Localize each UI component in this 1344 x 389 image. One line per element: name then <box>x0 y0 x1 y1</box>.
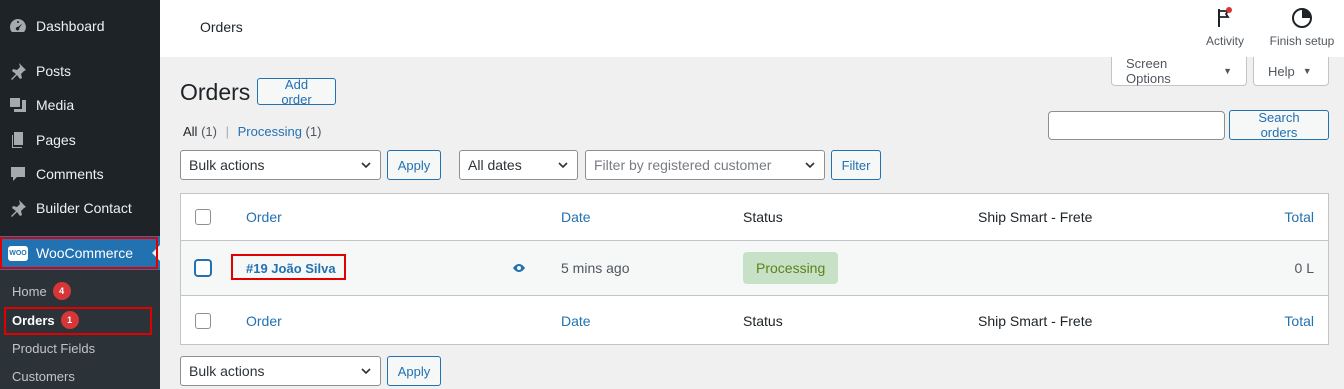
comment-icon <box>0 164 36 184</box>
view-separator: | <box>225 124 229 139</box>
view-processing-link[interactable]: Processing (1) <box>238 124 322 139</box>
chevron-down-icon <box>805 162 815 169</box>
column-header-status: Status <box>743 209 783 225</box>
bulk-actions-select-bottom[interactable]: Bulk actions <box>180 356 381 386</box>
sidebar-item-label: Dashboard <box>36 18 105 34</box>
status-badge: Processing <box>743 252 839 284</box>
add-order-button[interactable]: Add order <box>257 77 336 107</box>
submenu-label: Product Fields <box>12 340 96 356</box>
date-filter-select[interactable]: All dates <box>459 150 578 180</box>
sidebar-item-label: Media <box>36 97 75 113</box>
activity-button[interactable]: Activity <box>1200 6 1250 52</box>
woo-logo-icon: WOO <box>8 245 28 261</box>
status-filter-views: All (1) | Processing (1) <box>183 124 321 139</box>
orders-table: Order Date Status Ship Smart - Frete Tot… <box>180 193 1329 345</box>
notification-badge: 4 <box>52 282 71 300</box>
sidebar-item-media[interactable]: Media <box>0 88 160 122</box>
pin-icon <box>0 61 36 81</box>
select-all-checkbox[interactable] <box>195 209 211 225</box>
select-all-checkbox-footer[interactable] <box>195 313 211 329</box>
select-value: Bulk actions <box>189 157 265 173</box>
submenu-item-product-fields[interactable]: Product Fields <box>12 335 95 361</box>
page-title: Orders <box>180 79 251 105</box>
admin-sidebar: Dashboard Posts Media Pages Comments Bui… <box>0 0 160 389</box>
pages-icon <box>0 130 36 150</box>
order-date: 5 mins ago <box>561 260 630 276</box>
screen-options-label: Screen Options <box>1126 56 1171 86</box>
order-total: 0 L <box>1294 260 1314 276</box>
customer-filter-select[interactable]: Filter by registered customer <box>585 150 825 180</box>
activity-label: Activity <box>1205 34 1244 48</box>
column-header-date[interactable]: Date <box>561 194 591 240</box>
table-row[interactable]: #19 João Silva 5 mins ago Processing 0 L <box>181 241 1328 296</box>
column-header-total[interactable]: Total <box>1284 194 1314 240</box>
select-value: Bulk actions <box>189 363 265 379</box>
sidebar-item-pages[interactable]: Pages <box>0 123 160 157</box>
search-orders-button[interactable]: Search orders <box>1229 110 1329 140</box>
finish-setup-button[interactable]: Finish setup <box>1266 6 1338 52</box>
submenu-label: Home <box>12 283 47 299</box>
breadcrumb: Orders <box>200 19 243 35</box>
order-link[interactable]: #19 João Silva <box>246 261 336 276</box>
media-icon <box>0 95 36 115</box>
caret-down-icon: ▼ <box>1223 66 1232 76</box>
sidebar-item-label: Comments <box>36 166 104 182</box>
flag-icon <box>1218 7 1232 27</box>
select-placeholder: Filter by registered customer <box>594 157 772 173</box>
sidebar-item-dashboard[interactable]: Dashboard <box>0 9 160 43</box>
finish-setup-label: Finish setup <box>1269 34 1335 48</box>
view-all-link[interactable]: All (1) <box>183 124 217 139</box>
column-header-shipping: Ship Smart - Frete <box>978 209 1093 225</box>
progress-icon <box>1292 8 1312 28</box>
chevron-down-icon <box>361 162 371 169</box>
caret-down-icon: ▼ <box>1302 66 1312 76</box>
search-orders-input[interactable] <box>1048 111 1225 140</box>
column-footer-status: Status <box>743 313 783 329</box>
submenu-item-customers[interactable]: Customers <box>12 363 75 389</box>
screen-options-button[interactable]: Screen Options ▼ <box>1111 56 1247 86</box>
sidebar-item-label: Builder Contact <box>36 200 132 216</box>
column-footer-order[interactable]: Order <box>246 297 282 345</box>
woocommerce-submenu: Home 4 Orders 1 Product Fields Customers <box>0 270 160 389</box>
pin-icon <box>0 198 36 218</box>
sidebar-item-label: WooCommerce <box>36 245 133 261</box>
sidebar-item-comments[interactable]: Comments <box>0 157 160 191</box>
column-header-order[interactable]: Order <box>246 194 282 240</box>
bulk-actions-select[interactable]: Bulk actions <box>180 150 381 180</box>
eye-icon[interactable] <box>512 263 526 273</box>
row-checkbox[interactable] <box>194 259 212 277</box>
column-footer-shipping: Ship Smart - Frete <box>978 313 1093 329</box>
help-button[interactable]: Help ▼ <box>1253 57 1329 86</box>
sidebar-item-woocommerce[interactable]: WOO WooCommerce <box>0 236 160 270</box>
sidebar-item-label: Posts <box>36 63 72 79</box>
apply-button-bottom[interactable]: Apply <box>387 356 441 386</box>
column-footer-date[interactable]: Date <box>561 297 591 345</box>
table-header-row: Order Date Status Ship Smart - Frete Tot… <box>181 194 1328 241</box>
sidebar-item-posts[interactable]: Posts <box>0 54 160 88</box>
submenu-label: Orders <box>12 312 55 328</box>
column-footer-total[interactable]: Total <box>1284 297 1314 345</box>
chevron-down-icon <box>558 162 568 169</box>
sidebar-item-builder-contact[interactable]: Builder Contact <box>0 191 160 225</box>
submenu-label: Customers <box>12 368 75 384</box>
submenu-item-home[interactable]: Home 4 <box>12 278 71 304</box>
apply-button[interactable]: Apply <box>387 150 441 180</box>
chevron-down-icon <box>361 368 371 375</box>
select-value: All dates <box>468 157 522 173</box>
submenu-item-orders[interactable]: Orders 1 <box>12 307 79 333</box>
sidebar-item-label: Pages <box>36 132 76 148</box>
help-label: Help <box>1268 63 1295 79</box>
top-header-bar: Orders Activity Finish setup <box>160 0 1344 57</box>
table-footer-row: Order Date Status Ship Smart - Frete Tot… <box>181 297 1328 345</box>
filter-button[interactable]: Filter <box>831 150 881 180</box>
dashboard-icon <box>0 16 36 36</box>
notification-badge: 1 <box>60 311 79 329</box>
